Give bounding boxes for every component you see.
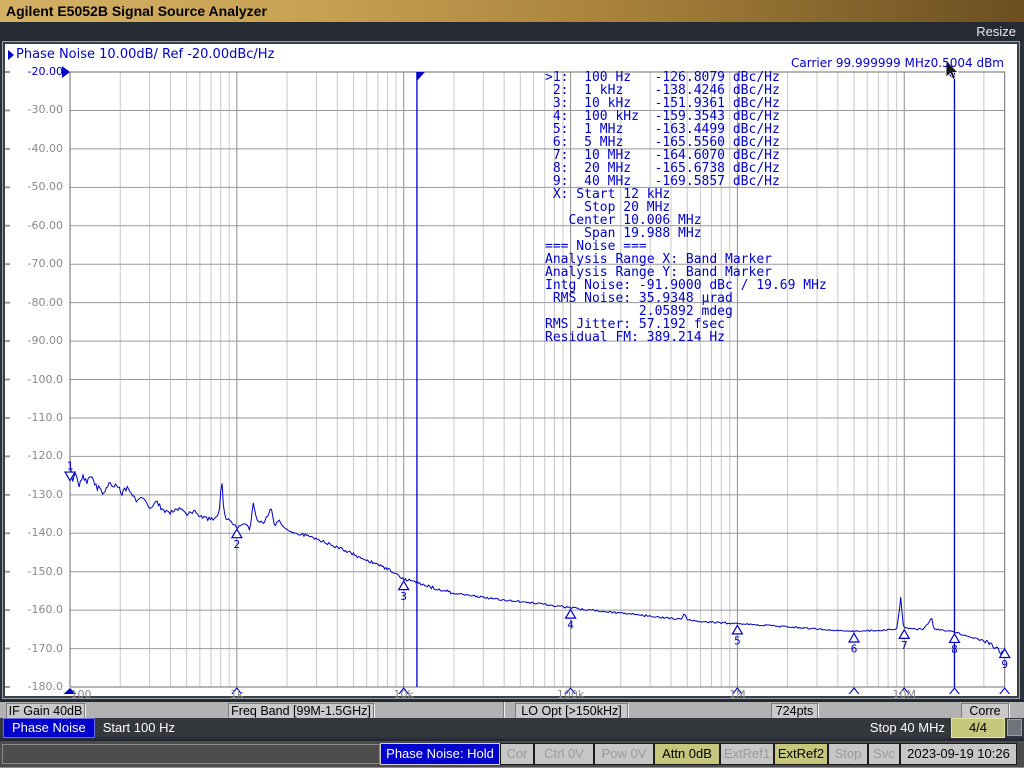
y-axis-label: -60.00 [5, 219, 63, 232]
svg-text:1: 1 [67, 460, 74, 473]
trace-page-indicator[interactable]: 4/4 [951, 718, 1005, 738]
y-axis-label: -70.00 [5, 257, 63, 270]
measurement-status-bar: IF Gain 40dBFreq Band [99M-1.5GHz]LO Opt… [0, 700, 1024, 720]
statusbar-cell-cor: Cor [500, 743, 534, 765]
y-axis-label: -20.00 [5, 65, 63, 78]
app-window: Agilent E5052B Signal Source Analyzer Re… [0, 0, 1024, 768]
y-axis-label: -40.00 [5, 142, 63, 155]
phase-noise-trace [70, 464, 1005, 657]
y-axis-label: -180.0 [5, 680, 63, 693]
y-axis-label: -50.00 [5, 180, 63, 193]
y-axis-label: -160.0 [5, 603, 63, 616]
y-axis-label: -130.0 [5, 488, 63, 501]
axis-marker-9[interactable] [999, 688, 1010, 694]
trace-page-button[interactable] [1007, 719, 1022, 736]
trace-marker-6[interactable]: 6 [849, 633, 859, 655]
instrument-status-bar: Phase Noise: HoldCorCtrl 0VPow 0VAttn 0d… [0, 739, 1024, 767]
phase-noise-plot: 1 2 3 4 5 6 7 8 9 [5, 44, 1017, 694]
graph-panel: 1 2 3 4 5 6 7 8 9 Phase Noise 10.00dB/ R… [3, 42, 1019, 698]
statusbar-cell-pow-0v: Pow 0V [594, 743, 654, 765]
trace-marker-4[interactable]: 4 [566, 610, 576, 632]
graph-content: 1 2 3 4 5 6 7 8 9 Phase Noise 10.00dB/ R… [5, 44, 1017, 694]
y-axis-label: -150.0 [5, 565, 63, 578]
readout-line: Residual FM: 389.214 Hz [545, 331, 827, 344]
statusbar-cell-2023-09-19-10-26: 2023-09-19 10:26 [900, 743, 1017, 765]
y-axis-label: -30.00 [5, 103, 63, 116]
menu-bar: Resize [0, 22, 1024, 42]
svg-text:5: 5 [734, 634, 741, 647]
title-bar: Agilent E5052B Signal Source Analyzer [0, 0, 1024, 22]
svg-text:9: 9 [1001, 658, 1008, 671]
marker-readout: >1: 100 Hz -126.8079 dBc/Hz 2: 1 kHz -13… [545, 71, 827, 344]
axis-marker-6[interactable] [849, 688, 860, 694]
trace-marker-5[interactable]: 5 [732, 625, 742, 647]
ref-level-arrow-icon [62, 66, 70, 78]
statusbar-cell-stop: Stop [828, 743, 868, 765]
statusbar-cell-extref2: ExtRef2 [774, 743, 828, 765]
statusbar-cell-attn-0db: Attn 0dB [654, 743, 720, 765]
y-axis-label: -140.0 [5, 526, 63, 539]
phase-noise-tab[interactable]: Phase Noise [3, 718, 95, 738]
statusbar-cell-phase-noise-hold: Phase Noise: Hold [380, 743, 500, 765]
trace-marker-2[interactable]: 2 [232, 529, 242, 551]
y-axis-label: -80.00 [5, 296, 63, 309]
trace-arrow-icon [8, 50, 14, 60]
y-axis-label: -170.0 [5, 642, 63, 655]
y-axis-label: -120.0 [5, 449, 63, 462]
svg-text:2: 2 [234, 538, 241, 551]
axis-marker-8[interactable] [949, 688, 960, 694]
carrier-frequency: Carrier 99.999999 MHz [791, 56, 930, 70]
trace-label-text: Phase Noise 10.00dB/ Ref -20.00dBc/Hz [16, 47, 274, 62]
trace-marker-8[interactable]: 8 [949, 634, 959, 656]
svg-text:8: 8 [951, 643, 958, 656]
svg-text:6: 6 [851, 642, 858, 655]
stop-frequency-label: Stop 40 MHz [870, 720, 945, 735]
message-area [2, 744, 380, 764]
svg-text:4: 4 [567, 619, 574, 632]
svg-text:3: 3 [400, 590, 407, 603]
carrier-power: 0.5004 dBm [931, 56, 1004, 70]
y-axis-label: -100.0 [5, 373, 63, 386]
trace-label: Phase Noise 10.00dB/ Ref -20.00dBc/Hz [8, 47, 274, 62]
y-axis-label: -90.00 [5, 334, 63, 347]
resize-button[interactable]: Resize [976, 24, 1016, 39]
trace-marker-3[interactable]: 3 [399, 581, 409, 603]
statusbar-cell-ctrl-0v: Ctrl 0V [534, 743, 594, 765]
window-title: Agilent E5052B Signal Source Analyzer [6, 3, 267, 19]
start-frequency-label: Start 100 Hz [103, 720, 175, 735]
statusbar-cell-svc: Svc [868, 743, 900, 765]
statusbar-cell-extref1: ExtRef1 [720, 743, 774, 765]
trace-tab-bar: Phase Noise Start 100 Hz Stop 40 MHz 4/4 [0, 718, 1024, 737]
y-axis-label: -110.0 [5, 411, 63, 424]
svg-text:7: 7 [901, 639, 908, 652]
